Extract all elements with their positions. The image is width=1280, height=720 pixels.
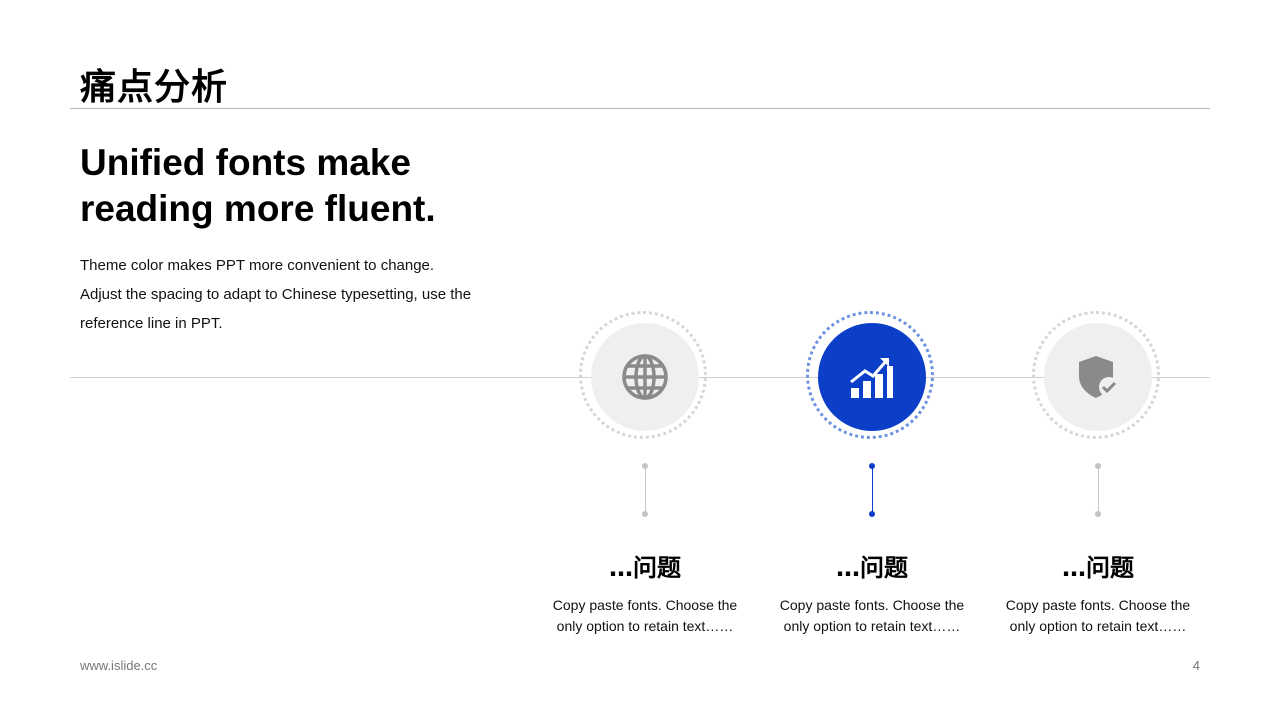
- title-divider: [70, 108, 1210, 109]
- feature-card-1: …问题 Copy paste fonts. Choose the only op…: [535, 310, 755, 640]
- icon-disc: [818, 323, 926, 431]
- body-line: Adjust the spacing to adapt to Chinese t…: [80, 286, 472, 303]
- stem-dot-bottom: [1095, 511, 1101, 517]
- shield-check-icon: [1079, 356, 1119, 398]
- page-number: 4: [1192, 658, 1200, 673]
- feature-desc-line: Copy paste fonts. Choose the: [779, 597, 965, 613]
- feature-card-3: …问题 Copy paste fonts. Choose the only op…: [988, 310, 1208, 640]
- feature-title: …问题: [1062, 554, 1134, 582]
- feature-desc-line: only option to retain text……: [556, 618, 734, 634]
- feature-desc-line: Copy paste fonts. Choose the: [552, 597, 738, 613]
- feature-description: Copy paste fonts. Choose the only option…: [762, 595, 982, 637]
- feature-description: Copy paste fonts. Choose the only option…: [535, 595, 755, 637]
- feature-desc-line: only option to retain text……: [1009, 618, 1187, 634]
- feature-desc-line: only option to retain text……: [783, 618, 961, 634]
- body-line: reference line in PPT.: [80, 315, 223, 332]
- feature-title: …问题: [609, 554, 681, 582]
- icon-disc: [591, 323, 699, 431]
- stem-dot-bottom: [869, 511, 875, 517]
- icon-disc: [1044, 323, 1152, 431]
- body-line: Theme color makes PPT more convenient to…: [80, 257, 435, 274]
- slide-title: 痛点分析: [80, 67, 229, 108]
- stem-line: [871, 468, 873, 512]
- globe-icon: [622, 354, 668, 400]
- footer-url[interactable]: www.islide.cc: [80, 658, 157, 673]
- feature-desc-line: Copy paste fonts. Choose the: [1005, 597, 1191, 613]
- growth-chart-icon: [850, 358, 893, 398]
- stem-dot-bottom: [642, 511, 648, 517]
- body-text: Theme color makes PPT more convenient to…: [80, 251, 520, 338]
- stem-line: [644, 468, 646, 512]
- feature-card-2: …问题 Copy paste fonts. Choose the only op…: [762, 310, 982, 640]
- stem-line: [1097, 468, 1099, 512]
- feature-title: …问题: [836, 554, 908, 582]
- headline: Unified fonts make reading more fluent.: [80, 142, 436, 229]
- feature-description: Copy paste fonts. Choose the only option…: [988, 595, 1208, 637]
